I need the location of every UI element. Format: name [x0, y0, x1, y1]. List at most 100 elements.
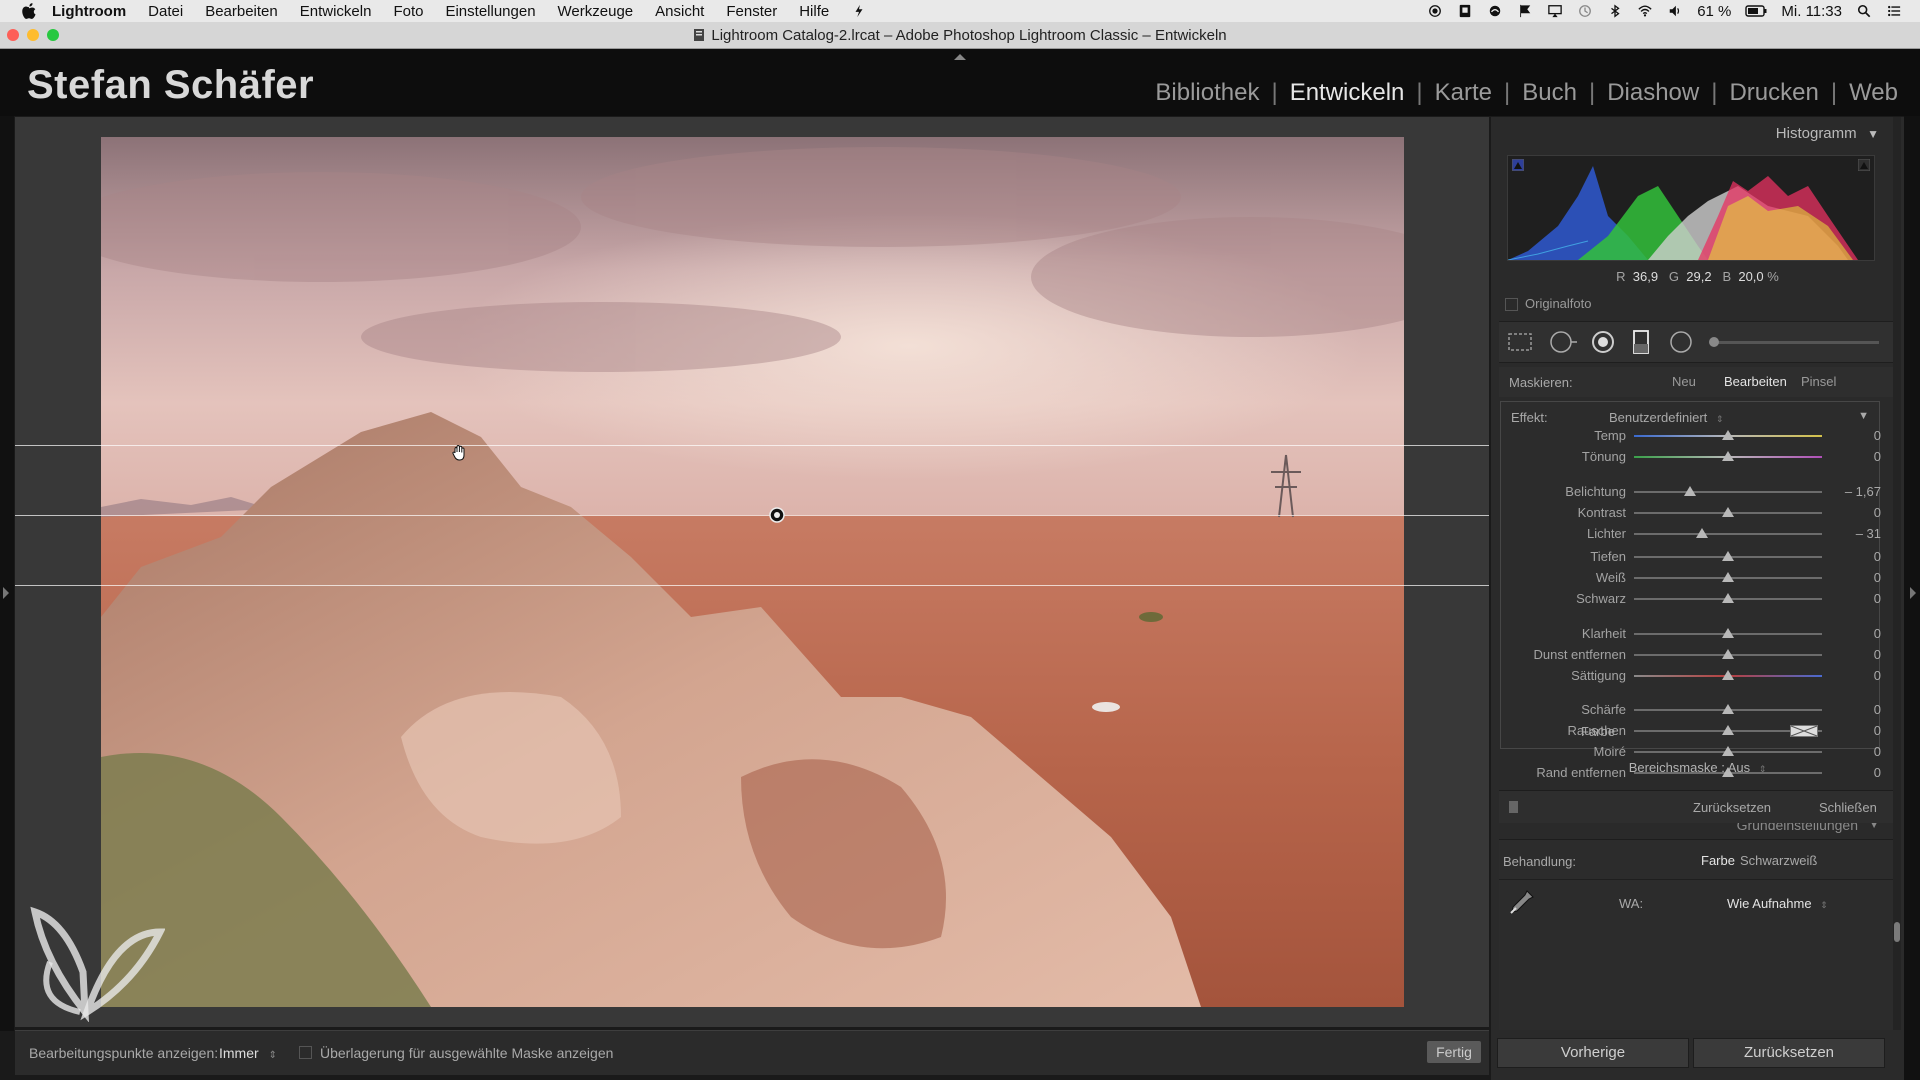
- slider-value[interactable]: – 1,67: [1831, 484, 1881, 499]
- scrollbar-thumb[interactable]: [1894, 922, 1900, 942]
- module-diashow[interactable]: Diashow: [1595, 79, 1711, 107]
- expand-left-panel-icon[interactable]: [2, 586, 10, 600]
- menu-hilfe[interactable]: Hilfe: [799, 3, 829, 20]
- spotlight-search-icon[interactable]: [1856, 4, 1872, 18]
- histogram-area[interactable]: [1507, 155, 1875, 261]
- menu-werkzeuge[interactable]: Werkzeuge: [558, 3, 634, 20]
- slider-value[interactable]: 0: [1831, 647, 1881, 662]
- mask-tab-edit[interactable]: Bearbeiten: [1724, 374, 1787, 389]
- bluetooth-icon[interactable]: [1607, 4, 1623, 18]
- slider-thumb[interactable]: [1722, 572, 1734, 582]
- menu-bearbeiten[interactable]: Bearbeiten: [205, 3, 278, 20]
- color-swatch-empty-icon[interactable]: [1790, 725, 1818, 737]
- left-panel-collapsed[interactable]: [0, 116, 14, 1031]
- wb-select[interactable]: Wie Aufnahme ⇕: [1727, 896, 1828, 911]
- right-panel-edge[interactable]: [1904, 116, 1920, 1080]
- slider-value[interactable]: 0: [1831, 570, 1881, 585]
- notification-center-icon[interactable]: [1886, 4, 1902, 18]
- slider-temp[interactable]: Temp 0: [1501, 426, 1881, 446]
- slider-thumb[interactable]: [1722, 725, 1734, 735]
- slider-thumb[interactable]: [1722, 551, 1734, 561]
- slider-thumb[interactable]: [1722, 593, 1734, 603]
- mask-tab-new[interactable]: Neu: [1672, 374, 1696, 389]
- reset-button[interactable]: Zurücksetzen: [1693, 1038, 1885, 1068]
- display-icon[interactable]: [1547, 4, 1563, 18]
- mask-onoff-switch[interactable]: [1509, 801, 1518, 813]
- histogram-header[interactable]: Histogramm ▼: [1776, 125, 1879, 143]
- mask-tab-brush[interactable]: Pinsel: [1801, 374, 1836, 389]
- graduated-filter-line-top[interactable]: [15, 445, 1489, 446]
- collapse-right-panel-icon[interactable]: [1909, 586, 1917, 600]
- menubar-clock[interactable]: Mi. 11:33: [1781, 3, 1842, 20]
- slider-track[interactable]: [1634, 491, 1822, 493]
- slider-thumb[interactable]: [1722, 451, 1734, 461]
- graduated-filter-line-center[interactable]: [15, 515, 1489, 516]
- slider-track[interactable]: [1634, 533, 1822, 535]
- time-machine-icon[interactable]: [1577, 4, 1593, 18]
- record-icon[interactable]: [1427, 4, 1443, 18]
- zoom-window-button[interactable]: [47, 29, 59, 41]
- show-edit-pins-select[interactable]: Immer ⇕: [219, 1045, 277, 1061]
- module-buch[interactable]: Buch: [1510, 79, 1589, 107]
- mask-close-button[interactable]: Schließen: [1819, 800, 1877, 815]
- graduated-filter-line-bottom[interactable]: [15, 585, 1489, 586]
- apple-icon[interactable]: [20, 2, 38, 20]
- basic-section-header[interactable]: Grundeinstellungen ▼: [1491, 823, 1904, 837]
- slider-belichtung[interactable]: Belichtung – 1,67: [1501, 482, 1881, 502]
- crop-overlay-icon[interactable]: [1507, 332, 1533, 352]
- mask-reset-button[interactable]: Zurücksetzen: [1693, 800, 1771, 815]
- menu-ansicht[interactable]: Ansicht: [655, 3, 704, 20]
- range-mask-select[interactable]: Bereichsmaske : Aus ⇕: [1491, 760, 1904, 775]
- slider-tiefen[interactable]: Tiefen 0: [1501, 547, 1881, 567]
- slider-value[interactable]: 0: [1831, 702, 1881, 717]
- volume-icon[interactable]: [1667, 4, 1683, 18]
- bookmark-app-icon[interactable]: [1457, 4, 1473, 18]
- slider-thumb[interactable]: [1722, 628, 1734, 638]
- module-drucken[interactable]: Drucken: [1717, 79, 1830, 107]
- slider-value[interactable]: – 31: [1831, 526, 1881, 541]
- slider-value[interactable]: 0: [1831, 626, 1881, 641]
- menu-fenster[interactable]: Fenster: [726, 3, 777, 20]
- identity-plate[interactable]: Stefan Schäfer: [27, 63, 314, 108]
- slider-thumb[interactable]: [1722, 507, 1734, 517]
- adjustment-brush-slider[interactable]: [1713, 341, 1879, 344]
- filter-pin-icon[interactable]: [769, 507, 785, 523]
- slider-thumb[interactable]: [1722, 704, 1734, 714]
- red-eye-icon[interactable]: [1591, 330, 1615, 354]
- menu-datei[interactable]: Datei: [148, 3, 183, 20]
- slider-value[interactable]: 0: [1831, 505, 1881, 520]
- slider-thumb[interactable]: [1722, 649, 1734, 659]
- slider-value[interactable]: 0: [1831, 723, 1881, 738]
- slider-weiß[interactable]: Weiß 0: [1501, 568, 1881, 588]
- battery-icon[interactable]: [1745, 4, 1767, 18]
- previous-button[interactable]: Vorherige: [1497, 1038, 1689, 1068]
- slider-schwarz[interactable]: Schwarz 0: [1501, 589, 1881, 609]
- slider-thumb[interactable]: [1695, 528, 1708, 538]
- slider-kontrast[interactable]: Kontrast 0: [1501, 503, 1881, 523]
- menu-lightroom[interactable]: Lightroom: [52, 3, 126, 20]
- effect-preset-select[interactable]: Benutzerdefiniert ⇕: [1609, 410, 1723, 425]
- photo-viewer[interactable]: [15, 117, 1489, 1027]
- treatment-bw-option[interactable]: Schwarzweiß: [1740, 853, 1817, 868]
- slider-value[interactable]: 0: [1831, 668, 1881, 683]
- slider-value[interactable]: 0: [1831, 449, 1881, 464]
- slider-rauschen[interactable]: Rauschen 0: [1501, 721, 1881, 741]
- minimize-window-button[interactable]: [27, 29, 39, 41]
- module-web[interactable]: Web: [1837, 79, 1910, 107]
- menu-entwickeln[interactable]: Entwickeln: [300, 3, 372, 20]
- slider-klarheit[interactable]: Klarheit 0: [1501, 624, 1881, 644]
- script-icon[interactable]: [851, 4, 867, 18]
- menu-einstellungen[interactable]: Einstellungen: [445, 3, 535, 20]
- slider-value[interactable]: 0: [1831, 591, 1881, 606]
- desert-rock-photo[interactable]: [101, 137, 1404, 1007]
- slider-sättigung[interactable]: Sättigung 0: [1501, 666, 1881, 686]
- spot-removal-icon[interactable]: [1549, 330, 1579, 354]
- slider-dunst-entfernen[interactable]: Dunst entfernen 0: [1501, 645, 1881, 665]
- original-photo-checkbox[interactable]: [1505, 298, 1518, 311]
- close-window-button[interactable]: [7, 29, 19, 41]
- menu-foto[interactable]: Foto: [393, 3, 423, 20]
- slider-lichter[interactable]: Lichter – 31: [1501, 524, 1881, 544]
- slider-value[interactable]: 0: [1831, 428, 1881, 443]
- treatment-color-option[interactable]: Farbe: [1701, 853, 1735, 868]
- overlay-checkbox[interactable]: [299, 1046, 312, 1059]
